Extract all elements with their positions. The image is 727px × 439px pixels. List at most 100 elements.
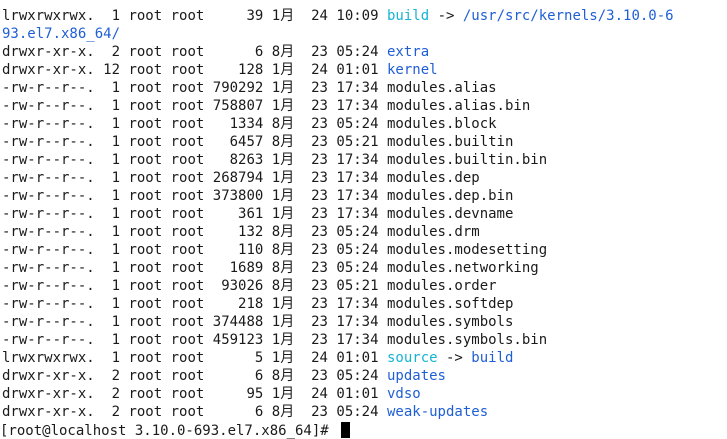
month: 1月 bbox=[271, 350, 295, 366]
permissions: -rw-r--r--. bbox=[2, 188, 95, 204]
group: root bbox=[170, 224, 205, 240]
link-count: 1 bbox=[103, 134, 121, 150]
listing-row: drwxr-xr-x. 2 root root 6 8月 23 05:24 we… bbox=[2, 403, 727, 421]
listing-row: drwxr-xr-x. 2 root root 6 8月 23 05:24 ex… bbox=[2, 43, 727, 61]
group: root bbox=[170, 98, 205, 114]
group: root bbox=[170, 350, 205, 366]
time: 17:34 bbox=[336, 80, 379, 96]
owner: root bbox=[128, 152, 163, 168]
time: 17:34 bbox=[336, 152, 379, 168]
month: 8月 bbox=[271, 404, 295, 420]
text-cursor bbox=[341, 422, 351, 438]
owner: root bbox=[128, 8, 163, 24]
file-name: modules.dep.bin bbox=[386, 188, 514, 204]
listing-row: -rw-r--r--. 1 root root 790292 1月 23 17:… bbox=[2, 79, 727, 97]
time: 17:34 bbox=[336, 206, 379, 222]
listing-row: -rw-r--r--. 1 root root 1334 8月 23 05:24… bbox=[2, 115, 727, 133]
file-name: modules.devname bbox=[386, 206, 514, 222]
month: 8月 bbox=[271, 116, 295, 132]
owner: root bbox=[128, 116, 163, 132]
owner: root bbox=[128, 260, 163, 276]
listing-row: -rw-r--r--. 1 root root 8263 1月 23 17:34… bbox=[2, 151, 727, 169]
file-size: 5 bbox=[212, 350, 264, 366]
file-size: 1689 bbox=[212, 260, 264, 276]
day: 23 bbox=[302, 296, 328, 312]
listing-row: -rw-r--r--. 1 root root 459123 1月 23 17:… bbox=[2, 331, 727, 349]
link-count: 1 bbox=[103, 8, 121, 24]
day: 23 bbox=[302, 170, 328, 186]
file-name: modules.alias bbox=[386, 80, 497, 96]
day: 23 bbox=[302, 332, 328, 348]
group: root bbox=[170, 386, 205, 402]
time: 17:34 bbox=[336, 332, 379, 348]
month: 1月 bbox=[271, 98, 295, 114]
permissions: -rw-r--r--. bbox=[2, 116, 95, 132]
owner: root bbox=[128, 80, 163, 96]
time: 05:24 bbox=[336, 44, 379, 60]
file-name: modules.dep bbox=[386, 170, 480, 186]
file-name: source bbox=[386, 350, 438, 366]
file-name: modules.block bbox=[386, 116, 497, 132]
permissions: -rw-r--r--. bbox=[2, 80, 95, 96]
month: 1月 bbox=[271, 332, 295, 348]
month: 1月 bbox=[271, 80, 295, 96]
permissions: -rw-r--r--. bbox=[2, 152, 95, 168]
month: 1月 bbox=[271, 206, 295, 222]
time: 17:34 bbox=[336, 170, 379, 186]
month: 1月 bbox=[271, 152, 295, 168]
month: 8月 bbox=[271, 134, 295, 150]
time: 17:34 bbox=[336, 314, 379, 330]
listing-row: -rw-r--r--. 1 root root 758807 1月 23 17:… bbox=[2, 97, 727, 115]
time: 05:24 bbox=[336, 260, 379, 276]
time: 01:01 bbox=[336, 350, 379, 366]
month: 1月 bbox=[271, 386, 295, 402]
file-size: 218 bbox=[212, 296, 264, 312]
group: root bbox=[170, 404, 205, 420]
permissions: drwxr-xr-x. bbox=[2, 386, 95, 402]
file-name: modules.symbols bbox=[386, 314, 514, 330]
link-count: 1 bbox=[103, 98, 121, 114]
file-name: modules.drm bbox=[386, 224, 480, 240]
permissions: -rw-r--r--. bbox=[2, 170, 95, 186]
permissions: drwxr-xr-x. bbox=[2, 368, 95, 384]
permissions: -rw-r--r--. bbox=[2, 224, 95, 240]
link-count: 1 bbox=[103, 350, 121, 366]
link-count: 1 bbox=[103, 80, 121, 96]
file-size: 128 bbox=[212, 62, 264, 78]
link-count: 2 bbox=[103, 44, 121, 60]
owner: root bbox=[128, 206, 163, 222]
terminal-window[interactable]: lrwxrwxrwx. 1 root root 39 1月 24 10:09 b… bbox=[0, 0, 727, 439]
listing-row: drwxr-xr-x. 2 root root 6 8月 23 05:24 up… bbox=[2, 367, 727, 385]
file-size: 1334 bbox=[212, 116, 264, 132]
group: root bbox=[170, 170, 205, 186]
prompt-line[interactable]: [root@localhost 3.10.0-693.el7.x86_64]# bbox=[0, 422, 727, 439]
day: 24 bbox=[302, 386, 328, 402]
file-size: 790292 bbox=[212, 80, 264, 96]
month: 8月 bbox=[271, 278, 295, 294]
listing-wrap-line: 93.el7.x86_64/ bbox=[2, 25, 727, 43]
permissions: drwxr-xr-x. bbox=[2, 44, 95, 60]
owner: root bbox=[128, 404, 163, 420]
file-name: updates bbox=[386, 368, 446, 384]
listing-row: drwxr-xr-x. 12 root root 128 1月 24 01:01… bbox=[2, 61, 727, 79]
link-count: 2 bbox=[103, 386, 121, 402]
time: 05:24 bbox=[336, 368, 379, 384]
time: 17:34 bbox=[336, 188, 379, 204]
permissions: -rw-r--r--. bbox=[2, 278, 95, 294]
link-count: 12 bbox=[103, 62, 121, 78]
link-count: 1 bbox=[103, 278, 121, 294]
day: 23 bbox=[302, 260, 328, 276]
permissions: drwxr-xr-x. bbox=[2, 404, 95, 420]
day: 23 bbox=[302, 242, 328, 258]
link-count: 1 bbox=[103, 170, 121, 186]
month: 1月 bbox=[271, 8, 295, 24]
file-size: 39 bbox=[212, 8, 264, 24]
group: root bbox=[170, 314, 205, 330]
symlink-arrow: -> bbox=[446, 350, 463, 366]
file-size: 374488 bbox=[212, 314, 264, 330]
permissions: -rw-r--r--. bbox=[2, 296, 95, 312]
owner: root bbox=[128, 314, 163, 330]
day: 23 bbox=[302, 134, 328, 150]
month: 8月 bbox=[271, 224, 295, 240]
link-count: 1 bbox=[103, 206, 121, 222]
